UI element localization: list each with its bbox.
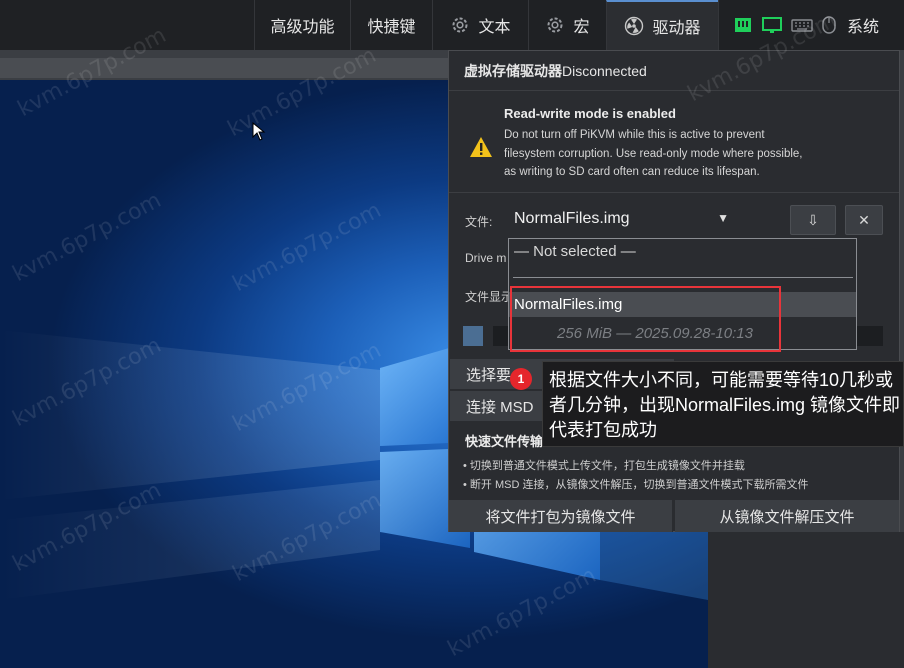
warning-line: Do not turn off PiKVM while this is acti… bbox=[504, 129, 765, 141]
connect-msd-label: 连接 MSD bbox=[466, 398, 534, 416]
panel-title: 虚拟存储驱动器 bbox=[464, 62, 562, 79]
download-icon: ⇩ bbox=[807, 211, 819, 228]
warning-line: filesystem corruption. Use read-only mod… bbox=[504, 147, 803, 160]
dropdown-arrow-icon: ▼ bbox=[717, 211, 729, 225]
unpack-image-button[interactable]: 从镜像文件解压文件 bbox=[675, 500, 899, 532]
menu-text-label: 文本 bbox=[478, 19, 511, 36]
rw-warning: Read-write mode is enabled Do not turn o… bbox=[449, 92, 899, 193]
warning-icon bbox=[469, 136, 493, 163]
file-info-text: 文件显示 bbox=[465, 290, 514, 304]
warning-line: as writing to SD card often can reduce i… bbox=[504, 166, 760, 178]
quick-transfer-tip: • 断开 MSD 连接，从镜像文件解压，切换到普通文件模式下载所需文件 bbox=[463, 479, 809, 491]
step-badge: 1 bbox=[510, 368, 532, 390]
pack-image-button[interactable]: 将文件打包为镜像文件 bbox=[449, 500, 673, 532]
unpack-image-label: 从镜像文件解压文件 bbox=[719, 508, 855, 526]
menu-shortcuts-label: 快捷键 bbox=[367, 19, 416, 36]
mouse-cursor-icon bbox=[252, 122, 266, 141]
select-file-label: 选择要 bbox=[466, 366, 512, 384]
menu-advanced[interactable]: 高级功能 bbox=[254, 0, 350, 50]
menu-shortcuts[interactable]: 快捷键 bbox=[350, 0, 432, 50]
quick-transfer-tip: • 切换到普通文件模式上传文件，打包生成镜像文件并挂载 bbox=[463, 460, 745, 472]
side-area-lower bbox=[720, 532, 904, 668]
menu-macro[interactable]: 宏 bbox=[528, 0, 606, 50]
menu-drive[interactable]: 驱动器 bbox=[606, 0, 718, 50]
close-icon: ✕ bbox=[858, 211, 870, 228]
monitor-icon bbox=[761, 15, 783, 35]
annotation-text: 根据文件大小不同，可能需要等待10几秒或者几分钟，出现NormalFiles.i… bbox=[549, 370, 901, 440]
mouse-icon bbox=[821, 15, 837, 35]
keyboard-icon bbox=[791, 15, 813, 35]
warning-title: Read-write mode is enabled bbox=[504, 106, 676, 121]
highlight-box bbox=[510, 286, 781, 352]
gear-icon bbox=[450, 15, 470, 35]
top-menu-bar: 高级功能 快捷键 文本 宏 驱动器 系统 bbox=[0, 0, 904, 51]
menu-text[interactable]: 文本 bbox=[432, 0, 528, 50]
pack-image-label: 将文件打包为镜像文件 bbox=[485, 508, 636, 526]
remove-button[interactable]: ✕ bbox=[845, 205, 883, 235]
drive-status: Disconnected bbox=[562, 62, 647, 79]
menu-system[interactable]: 系统 bbox=[718, 0, 904, 50]
progress-indicator bbox=[463, 326, 483, 346]
file-select-value: NormalFiles.img bbox=[514, 210, 630, 227]
annotation-callout: 根据文件大小不同，可能需要等待10几秒或者几分钟，出现NormalFiles.i… bbox=[542, 361, 904, 447]
drive-mode-text: Drive m bbox=[465, 251, 507, 265]
gear-icon bbox=[545, 15, 565, 35]
file-select[interactable]: NormalFiles.img ▼ bbox=[507, 203, 735, 235]
radiation-icon bbox=[624, 16, 644, 36]
file-row: 文件: NormalFiles.img ▼ ⇩ ✕ bbox=[449, 193, 899, 243]
menu-advanced-label: 高级功能 bbox=[270, 19, 335, 36]
file-info-label: 文件显示 bbox=[465, 288, 513, 305]
drive-mode-label: Drive m bbox=[465, 251, 506, 265]
panel-header: 虚拟存储驱动器 Disconnected bbox=[449, 51, 899, 91]
download-button[interactable]: ⇩ bbox=[790, 205, 836, 235]
file-label: 文件: bbox=[465, 215, 493, 229]
network-status-icon bbox=[733, 15, 753, 35]
option-not-selected[interactable]: — Not selected — bbox=[514, 243, 636, 260]
warning-text: Do not turn off PiKVM while this is acti… bbox=[504, 126, 834, 182]
menu-system-label: 系统 bbox=[847, 19, 880, 36]
quick-transfer-title: 快速文件传输 bbox=[465, 434, 544, 449]
dropdown-divider bbox=[513, 277, 853, 278]
menu-drive-label: 驱动器 bbox=[652, 20, 701, 37]
menu-macro-label: 宏 bbox=[573, 19, 590, 36]
